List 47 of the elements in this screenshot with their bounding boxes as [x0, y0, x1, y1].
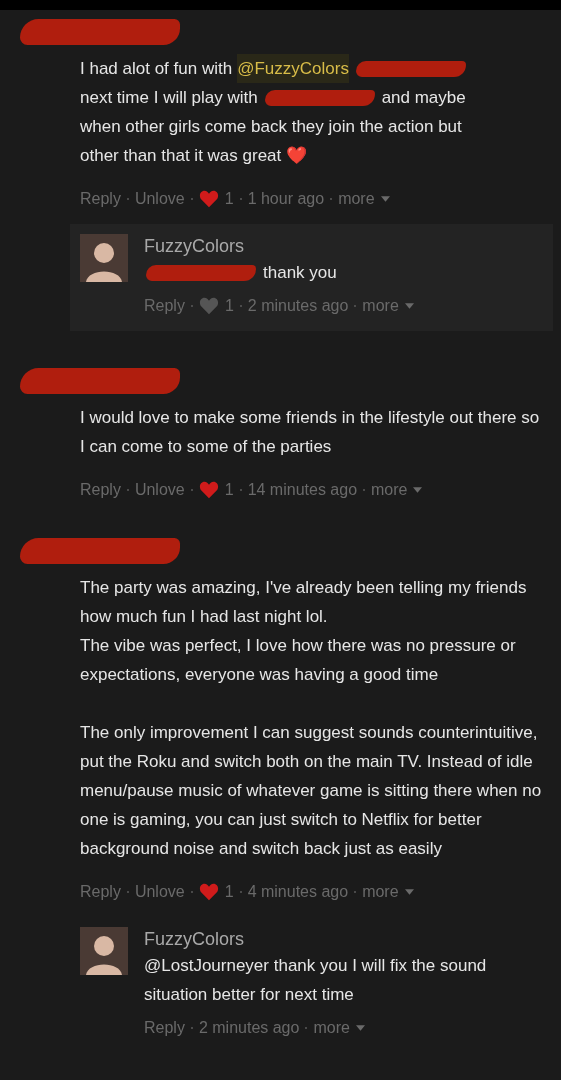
caret-icon[interactable] — [380, 196, 390, 202]
heart-icon[interactable] — [198, 481, 219, 499]
timestamp: 2 minutes ago — [247, 297, 349, 315]
comment-text: and maybe — [381, 87, 466, 109]
heart-icon[interactable] — [198, 190, 219, 208]
unlove-link[interactable]: Unlove — [134, 883, 185, 901]
heart-icon[interactable] — [198, 883, 219, 901]
caret-icon[interactable] — [355, 1025, 365, 1031]
comment-text: I had alot of fun with — [80, 58, 233, 80]
heart-icon[interactable] — [198, 297, 219, 315]
caret-icon[interactable] — [413, 487, 423, 493]
reply-link[interactable]: Reply — [80, 883, 121, 901]
more-link[interactable]: more — [362, 297, 399, 315]
comment-text: I would love to make some friends in the lifestyle out there so I can come to some of the parties — [80, 407, 541, 458]
like-count: 1 — [224, 190, 234, 208]
caret-icon[interactable] — [404, 889, 414, 895]
caret-icon[interactable] — [404, 303, 414, 309]
mention-link[interactable]: @FuzzyColors — [237, 54, 349, 83]
avatar-icon — [80, 927, 128, 975]
unlove-link[interactable]: Unlove — [134, 190, 185, 208]
like-count: 1 — [224, 481, 234, 499]
more-link[interactable]: more — [362, 883, 399, 901]
unlove-link[interactable]: Unlove — [134, 481, 185, 499]
author-name[interactable]: FuzzyColors — [144, 234, 543, 258]
timestamp: 14 minutes ago — [247, 481, 358, 499]
timestamp: 4 minutes ago — [247, 883, 349, 901]
comment-text: next time I will play with — [80, 87, 258, 109]
like-count: 1 — [224, 297, 234, 315]
comment-text: when other girls come back they join the action but — [80, 116, 462, 138]
comment-text: thank you — [263, 262, 337, 284]
more-link[interactable]: more — [371, 481, 408, 499]
reply-link[interactable]: Reply — [80, 481, 121, 499]
comment-text: The party was amazing, I've already been telling my friends how much fun I had last night lol. — [80, 577, 528, 628]
comment-text: The only improvement I can suggest sounds counterintuitive, put the Roku and switch both on the main TV. Instead of idle menu/pause music of whatever game is sitting there when no one is gaming, you can just switch to Netflix for better background noise and switch back just as easily — [80, 722, 543, 860]
comment-text: @LostJourneyer thank you I will fix the sound situation better for next time — [144, 955, 488, 1006]
comment-text: other than that it was great ❤ — [80, 145, 307, 167]
reply-link[interactable]: Reply — [144, 1019, 185, 1037]
timestamp: 1 hour ago — [247, 190, 325, 208]
reply-link[interactable]: Reply — [80, 190, 121, 208]
timestamp: 2 minutes ago — [198, 1019, 300, 1037]
more-link[interactable]: more — [313, 1019, 350, 1037]
like-count: 1 — [224, 883, 234, 901]
reply-link[interactable]: Reply — [144, 297, 185, 315]
author-name[interactable]: FuzzyColors — [144, 927, 543, 951]
comment-text: The vibe was perfect, I love how there was no pressure or expectations, everyone was having a good time — [80, 635, 517, 686]
avatar-icon — [80, 234, 128, 282]
more-link[interactable]: more — [338, 190, 375, 208]
